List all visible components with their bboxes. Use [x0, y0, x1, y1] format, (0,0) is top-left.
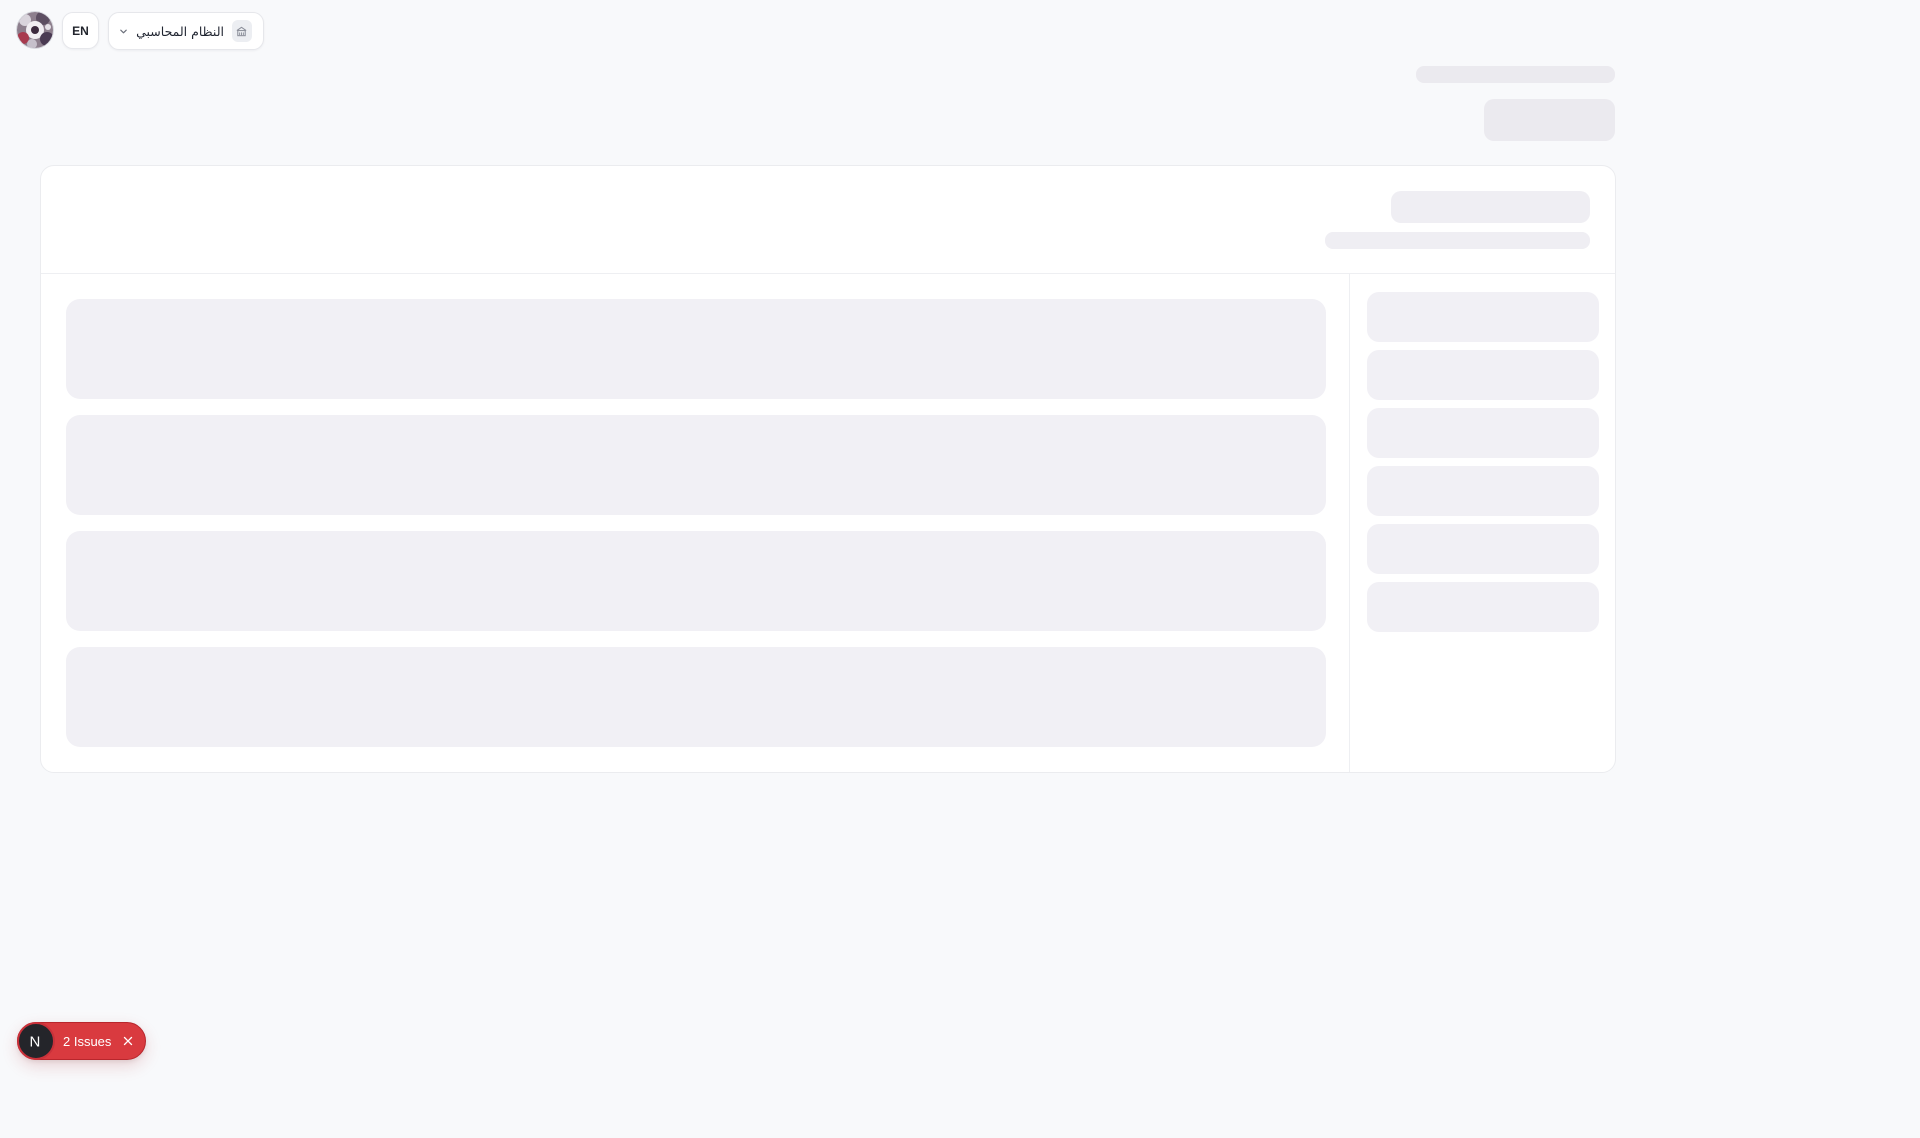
issues-count-label[interactable]: 2 Issues [63, 1034, 111, 1049]
sidebar-item-skeleton [1367, 292, 1599, 342]
issues-badge[interactable]: N 2 Issues [17, 1022, 146, 1060]
chevron-down-icon [119, 26, 128, 36]
panel-subtitle-skeleton [1325, 232, 1590, 249]
list-item-skeleton [66, 647, 1326, 747]
svg-text:N: N [30, 1034, 41, 1051]
panel-title-skeleton [1391, 191, 1590, 223]
list-item-skeleton [66, 299, 1326, 399]
avatar[interactable] [17, 12, 53, 48]
building-icon [231, 20, 252, 42]
sidebar-item-skeleton [1367, 466, 1599, 516]
sidebar-item-skeleton [1367, 582, 1599, 632]
sidebar-item-skeleton [1367, 350, 1599, 400]
sidebar-item-skeleton [1367, 408, 1599, 458]
system-selector[interactable]: النظام المحاسبي [108, 12, 264, 50]
list-item-skeleton [66, 415, 1326, 515]
list-item-skeleton [66, 531, 1326, 631]
language-toggle-button[interactable]: EN [62, 12, 99, 49]
nextjs-logo-icon: N [17, 1022, 55, 1060]
sidebar-item-skeleton [1367, 524, 1599, 574]
panel-sidebar [1349, 274, 1615, 772]
close-icon[interactable] [122, 1035, 134, 1047]
system-selector-label: النظام المحاسبي [136, 23, 224, 39]
panel-header [41, 166, 1615, 274]
content-panel [40, 165, 1616, 773]
page-action-skeleton [1484, 99, 1615, 141]
page-title-skeleton [1416, 66, 1615, 83]
